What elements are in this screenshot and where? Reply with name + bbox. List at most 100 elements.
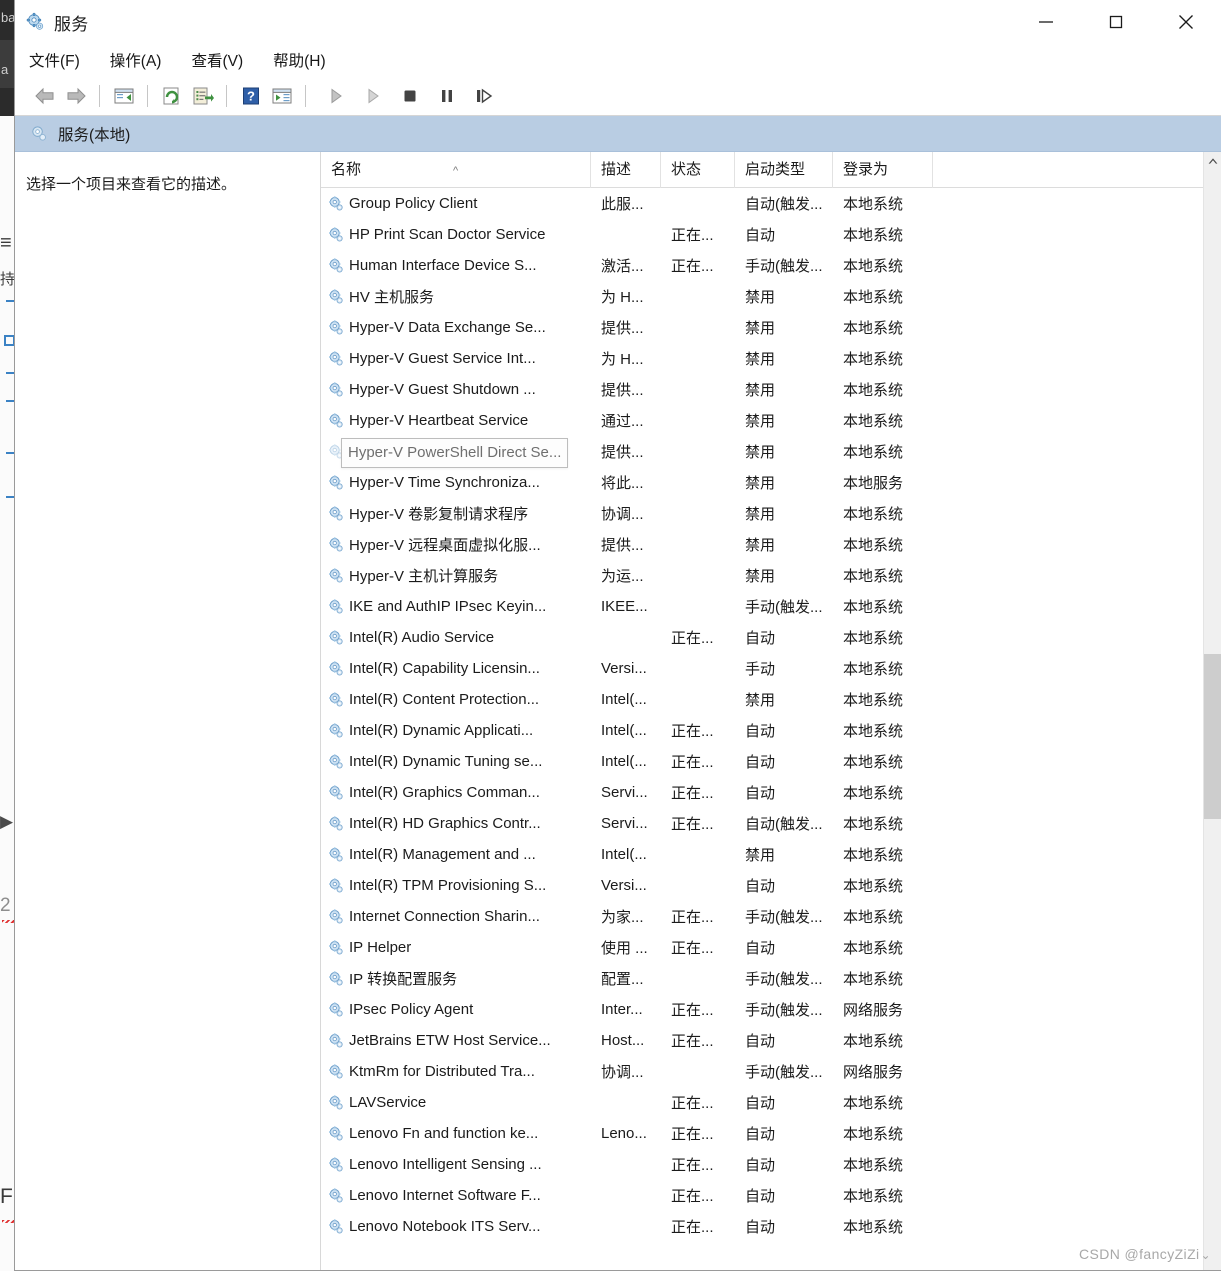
stop-service-icon[interactable] [394,81,425,111]
cell-startup-type: 禁用 [745,568,776,585]
back-arrow-icon[interactable] [29,81,60,111]
column-header-logon-as[interactable]: 登录为 [833,151,933,188]
minimize-button[interactable] [1011,0,1081,44]
cell-service-name: LAVService [321,1094,591,1112]
gear-icon [327,474,345,492]
table-row[interactable]: Hyper-V 主机计算服务 为运... 禁用 本地系统 [321,560,1221,591]
list-vertical-scrollbar[interactable] [1203,152,1221,1270]
column-header-status[interactable]: 状态 [661,151,735,188]
close-button[interactable] [1151,0,1221,44]
table-row[interactable]: Internet Connection Sharin... 为家... 正在... 手… [321,901,1221,932]
cell-service-name: Group Policy Client [321,195,591,213]
cell-logon-as: 本地系统 [843,227,904,244]
table-row[interactable]: Group Policy Client 此服... 自动(触发... 本地系统 [321,188,1221,219]
start-service-icon[interactable] [320,81,351,111]
table-row[interactable]: Hyper-V 远程桌面虚拟化服... 提供... 禁用 本地系统 [321,529,1221,560]
column-header-startup-type[interactable]: 启动类型 [735,151,833,188]
table-row[interactable]: Human Interface Device S... 激活... 正在... 手动(… [321,250,1221,281]
table-row[interactable]: Intel(R) Audio Service 正在... 自动 本地系统 [321,622,1221,653]
table-row[interactable]: Intel(R) Dynamic Applicati... Intel(... 正在… [321,715,1221,746]
gear-icon [327,226,345,244]
table-row[interactable]: Hyper-V Data Exchange Se... 提供... 禁用 本地系统 [321,312,1221,343]
cell-logon-as: 网络服务 [843,1064,904,1081]
menu-help[interactable]: 帮助(H) [273,46,340,74]
table-row[interactable]: Intel(R) Capability Licensin... Versi... 手… [321,653,1221,684]
table-row[interactable]: Lenovo Intelligent Sensing ... 正在... 自动 本地系… [321,1149,1221,1180]
cell-startup-type: 自动 [745,878,776,895]
cell-service-name: IKE and AuthIP IPsec Keyin... [321,598,591,616]
forward-arrow-icon[interactable] [60,81,91,111]
maximize-button[interactable] [1081,0,1151,44]
table-row[interactable]: Lenovo Fn and function ke... Leno... 正在...… [321,1118,1221,1149]
table-row[interactable]: Intel(R) Dynamic Tuning se... Intel(... 正在… [321,746,1221,777]
table-row[interactable]: LAVService 正在... 自动 本地系统 [321,1087,1221,1118]
table-row[interactable]: Intel(R) Graphics Comman... Servi... 正在...… [321,777,1221,808]
gear-icon [327,1156,345,1174]
table-row[interactable]: Hyper-V Guest Service Int... 为 H... 禁用 本地系统 [321,343,1221,374]
table-row[interactable]: Hyper-V Time Synchroniza... 将此... 禁用 本地服务 [321,467,1221,498]
gear-icon [327,629,345,647]
cell-service-name: IP Helper [321,939,591,957]
cell-startup-type: 自动(触发... [745,196,823,213]
cell-startup-type: 自动 [745,1095,776,1112]
table-row[interactable]: HP Print Scan Doctor Service 正在... 自动 本地系统 [321,219,1221,250]
scrollbar-thumb[interactable] [1203,654,1221,819]
service-name-label: Intel(R) Capability Licensin... [349,660,540,677]
cell-logon-as: 本地系统 [843,351,904,368]
cell-status: 正在... [671,1095,714,1112]
table-row[interactable]: IP Helper 使用 ... 正在... 自动 本地系统 [321,932,1221,963]
help-icon[interactable]: ? [235,81,266,111]
cell-logon-as: 本地系统 [843,878,904,895]
cell-service-name: IP 转换配置服务 [321,968,591,989]
gear-icon [327,567,345,585]
refresh-icon[interactable] [156,81,187,111]
cell-logon-as: 本地系统 [843,1188,904,1205]
cell-description: Versi... [601,877,647,894]
table-row[interactable]: Lenovo Internet Software F... 正在... 自动 本地系统 [321,1180,1221,1211]
table-row[interactable]: IKE and AuthIP IPsec Keyin... IKEE... 手动(触… [321,591,1221,622]
table-row[interactable]: HV 主机服务 为 H... 禁用 本地系统 [321,281,1221,312]
table-row[interactable]: Hyper-V 卷影复制请求程序 协调... 禁用 本地系统 [321,498,1221,529]
gear-icon [327,319,345,337]
cell-status: 正在... [671,1033,714,1050]
table-row[interactable]: Intel(R) Management and ... Intel(... 禁用 本地… [321,839,1221,870]
scroll-up-arrow-icon[interactable] [1204,152,1221,170]
scope-label: 服务(本地) [58,126,131,144]
show-action-pane-icon[interactable] [266,81,297,111]
cell-startup-type: 自动 [745,785,776,802]
table-row[interactable]: IPsec Policy Agent Inter... 正在... 手动(触发... 网… [321,994,1221,1025]
table-row[interactable]: JetBrains ETW Host Service... Host... 正在..… [321,1025,1221,1056]
table-row[interactable]: Lenovo Notebook ITS Serv... 正在... 自动 本地系统 [321,1211,1221,1242]
table-row[interactable]: Intel(R) TPM Provisioning S... Versi... 自动… [321,870,1221,901]
cell-description: 为运... [601,568,644,585]
table-row[interactable]: IP 转换配置服务 配置... 手动(触发... 本地系统 [321,963,1221,994]
service-name-label: Lenovo Intelligent Sensing ... [349,1156,542,1173]
restart-service-icon[interactable] [468,81,499,111]
menu-view[interactable]: 查看(V) [191,46,257,74]
show-hide-console-tree-icon[interactable] [108,81,139,111]
menu-action[interactable]: 操作(A) [110,46,176,74]
cell-service-name: Lenovo Intelligent Sensing ... [321,1156,591,1174]
cell-description: 协调... [601,1064,644,1081]
cell-service-name: Hyper-V Data Exchange Se... [321,319,591,337]
table-row[interactable]: Hyper-V Heartbeat Service 通过... 禁用 本地系统 [321,405,1221,436]
table-row[interactable]: KtmRm for Distributed Tra... 协调... 手动(触发..… [321,1056,1221,1087]
service-name-label: Hyper-V 主机计算服务 [349,568,499,585]
cell-service-name: Intel(R) Dynamic Applicati... [321,722,591,740]
export-list-icon[interactable] [187,81,218,111]
table-row[interactable]: Intel(R) Content Protection... Intel(... 禁… [321,684,1221,715]
cell-startup-type: 手动(触发... [745,971,823,988]
pause-service-icon[interactable] [431,81,462,111]
column-header-name[interactable]: 名称 ^ [321,151,591,188]
service-name-label: HP Print Scan Doctor Service [349,226,546,243]
cell-logon-as: 本地系统 [843,785,904,802]
scrollbar-track[interactable] [1203,170,1221,1270]
gear-icon [327,815,345,833]
cell-startup-type: 手动(触发... [745,258,823,275]
column-header-description[interactable]: 描述 [591,151,661,188]
menu-file[interactable]: 文件(F) [29,46,94,74]
cell-description: Leno... [601,1125,647,1142]
table-row[interactable]: Intel(R) HD Graphics Contr... Servi... 正在.… [321,808,1221,839]
table-row[interactable]: Hyper-V Guest Shutdown ... 提供... 禁用 本地系统 [321,374,1221,405]
resume-service-icon[interactable] [357,81,388,111]
